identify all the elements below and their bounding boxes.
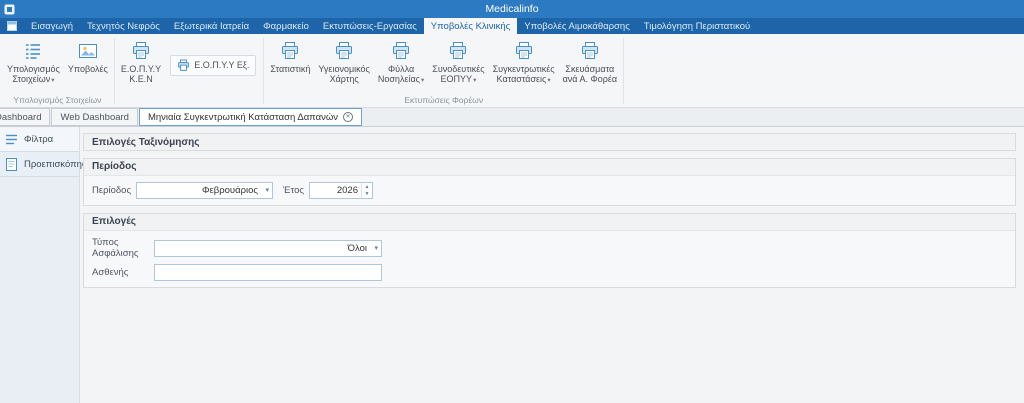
statistics-print-button[interactable]: Στατιστική [266,36,314,94]
calculator-list-icon [23,39,43,63]
app-menu-icon[interactable] [0,18,24,34]
ribbon-group-prints: Στατιστική Υγειονομικός Χάρτης Φύλλα Νοσ… [265,35,622,107]
chevron-down-icon: ▾ [265,187,269,194]
content-area: Επιλογές Ταξινόμησης Περίοδος Περίοδος Φ… [80,127,1024,403]
preparations-per-insurer-print-button[interactable]: Σκευάσματα ανά Α. Φορέα [559,36,621,94]
eopyy-accompanying-print-button[interactable]: Συνοδευτικές ΕΟΠΥΥ▾ [428,36,488,94]
chevron-down-icon: ▾ [374,244,378,252]
eopyy-ken-button[interactable]: Ε.Ο.Π.Υ.Υ Κ.Ε.Ν [117,36,165,94]
ribbon-group-caption [116,94,263,107]
main-area: Φίλτρα Προεπισκόπηση Επιλογές Ταξινόμηση… [0,127,1024,403]
health-map-print-button[interactable]: Υγειονομικός Χάρτης [314,36,374,94]
year-spin-edit[interactable]: 2026 ▲ ▼ [309,182,373,199]
ribbon-tab-exoterika-iatreia[interactable]: Εξωτερικά Ιατρεία [167,18,256,34]
chevron-down-icon: ▾ [473,77,477,84]
ribbon-tab-eisagogi[interactable]: Εισαγωγή [24,18,80,34]
patient-label: Ασθενής [92,267,129,278]
options-group: Επιλογές Τύπος Ασφάλισης Όλοι ▾ Ασθενής [83,213,1016,288]
ribbon: Υπολογισμός Στοιχείων▾ Υποβολές Υπολογισ… [0,34,1024,108]
sort-options-header: Επιλογές Ταξινόμησης [83,133,1016,151]
period-group: Περίοδος Περίοδος Φεβρουάριος ▾ Έτος 202… [83,158,1016,206]
printer-icon [177,58,190,72]
options-group-caption: Επιλογές [84,214,1015,231]
chevron-down-icon: ▾ [51,77,55,84]
spin-down-icon[interactable]: ▼ [362,191,372,199]
chevron-down-icon: ▾ [421,77,425,84]
printer-icon [280,39,300,63]
ribbon-group-separator [263,38,265,104]
printer-icon [514,39,534,63]
ribbon-group-eopyy: Ε.Ο.Π.Υ.Υ Κ.Ε.Ν Ε.Ο.Π.Υ.Υ Εξ. [116,35,263,107]
document-tab-bar: Dashboard Web Dashboard Μηνιαία Συγκεντρ… [0,108,1024,127]
sidebar: Φίλτρα Προεπισκόπηση [0,127,93,403]
ribbon-group-caption: Εκτυπώσεις Φορέων [404,95,484,105]
window-title: Medicalinfo [485,3,539,15]
ribbon-tab-ektyposeis-ergasias[interactable]: Εκτυπώσεις-Εργασίας [316,18,424,34]
eopyy-ex-button[interactable]: Ε.Ο.Π.Υ.Υ Εξ. [170,54,257,76]
ribbon-group-calc: Υπολογισμός Στοιχείων▾ Υποβολές Υπολογισ… [2,35,113,107]
printer-icon [580,39,600,63]
insurance-type-value: Όλοι [347,242,367,254]
tab-dashboard[interactable]: Dashboard [0,108,51,126]
period-label: Περίοδος [92,185,132,196]
insurance-type-label: Τύπος Ασφάλισης [92,237,139,259]
chevron-down-icon: ▾ [547,77,551,84]
ribbon-tab-bar: Εισαγωγή Τεχνητός Νεφρός Εξωτερικά Ιατρε… [0,18,1024,34]
submissions-button[interactable]: Υποβολές [64,36,112,94]
calc-elements-button[interactable]: Υπολογισμός Στοιχείων▾ [3,36,64,94]
insurance-type-combobox[interactable]: Όλοι ▾ [154,239,382,257]
ribbon-tab-timologisi-peristatikou[interactable]: Τιμολόγηση Περιστατικού [637,18,757,34]
filter-list-icon [4,132,19,147]
printer-icon [391,39,411,63]
year-label: Έτος [283,185,304,196]
ribbon-tab-texnitos-nefros[interactable]: Τεχνητός Νεφρός [80,18,167,34]
ribbon-group-separator [623,38,625,104]
sidebar-item-filters[interactable]: Φίλτρα [0,127,79,152]
patient-input[interactable] [154,264,382,281]
nursing-sheets-print-button[interactable]: Φύλλα Νοσηλείας▾ [374,36,428,94]
period-group-caption: Περίοδος [84,159,1015,176]
printer-icon [448,39,468,63]
image-icon [78,39,98,63]
printer-icon [131,39,151,63]
period-combobox[interactable]: Φεβρουάριος ▾ [136,182,273,199]
period-value: Φεβρουάριος [201,185,258,196]
spin-up-icon[interactable]: ▲ [362,183,372,191]
ribbon-group-separator [113,38,115,104]
close-icon[interactable]: ✕ [343,112,354,122]
summary-statements-print-button[interactable]: Συγκεντρωτικές Καταστάσεις▾ [489,36,559,94]
preview-icon [4,157,19,172]
tab-web-dashboard[interactable]: Web Dashboard [51,108,138,126]
ribbon-tab-ypovoles-klinikis[interactable]: Υποβολές Κλινικής [423,18,518,34]
ribbon-tab-farmakeio[interactable]: Φαρμακείο [256,18,316,34]
ribbon-tab-ypovoles-aimokatharsis[interactable]: Υποβολές Αιμοκάθαρσης [517,18,637,34]
titlebar: Medicalinfo [0,0,1024,18]
sidebar-item-preview[interactable]: Προεπισκόπηση [0,152,93,177]
year-value: 2026 [336,185,358,196]
printer-icon [334,39,354,63]
ribbon-group-caption: Υπολογισμός Στοιχείων [13,95,102,105]
tab-monthly-summary-report[interactable]: Μηνιαία Συγκεντρωτική Κατάσταση Δαπανών … [138,108,363,126]
